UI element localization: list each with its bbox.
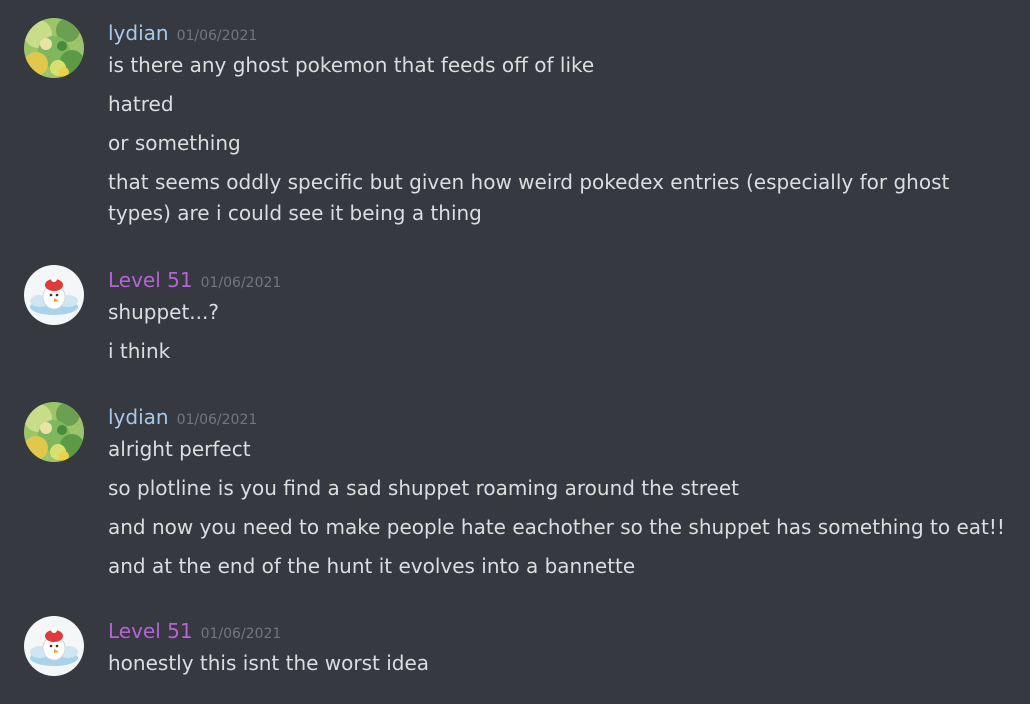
message-timestamp[interactable]: 01/06/2021 xyxy=(201,626,282,642)
message-timestamp[interactable]: 01/06/2021 xyxy=(201,275,282,291)
message-timestamp[interactable]: 01/06/2021 xyxy=(177,412,258,428)
level51-avatar[interactable] xyxy=(24,265,84,325)
message-text: is there any ghost pokemon that feeds of… xyxy=(108,53,595,77)
message-header: Level 51 01/06/2021 xyxy=(108,265,281,295)
level51-avatar-image xyxy=(24,265,84,325)
author-name[interactable]: lydian xyxy=(108,21,169,45)
level51-avatar[interactable] xyxy=(24,616,84,676)
message-text: or something xyxy=(108,131,241,155)
message-text: that seems oddly specific but given how … xyxy=(108,170,950,225)
chat-message-list: lydian 01/06/2021 is there any ghost poke… xyxy=(0,0,1030,704)
lydian-avatar-image xyxy=(24,402,84,462)
message-timestamp[interactable]: 01/06/2021 xyxy=(177,28,258,44)
author-name[interactable]: Level 51 xyxy=(108,268,193,292)
message-text: hatred xyxy=(108,92,174,116)
lydian-avatar[interactable] xyxy=(24,18,84,78)
message-header: lydian 01/06/2021 xyxy=(108,402,257,432)
message-header: lydian 01/06/2021 xyxy=(108,18,257,48)
message-text: and now you need to make people hate eac… xyxy=(108,515,1005,539)
author-name[interactable]: lydian xyxy=(108,405,169,429)
level51-avatar-image xyxy=(24,616,84,676)
message-text: so plotline is you find a sad shuppet ro… xyxy=(108,476,739,500)
lydian-avatar-image xyxy=(24,18,84,78)
message-text: i think xyxy=(108,339,171,363)
message-header: Level 51 01/06/2021 xyxy=(108,616,281,646)
message-text: honestly this isnt the worst idea xyxy=(108,651,430,675)
message-text: alright perfect xyxy=(108,437,251,461)
lydian-avatar[interactable] xyxy=(24,402,84,462)
message-text: shuppet...? xyxy=(108,300,219,324)
author-name[interactable]: Level 51 xyxy=(108,619,193,643)
message-text: and at the end of the hunt it evolves in… xyxy=(108,554,636,578)
